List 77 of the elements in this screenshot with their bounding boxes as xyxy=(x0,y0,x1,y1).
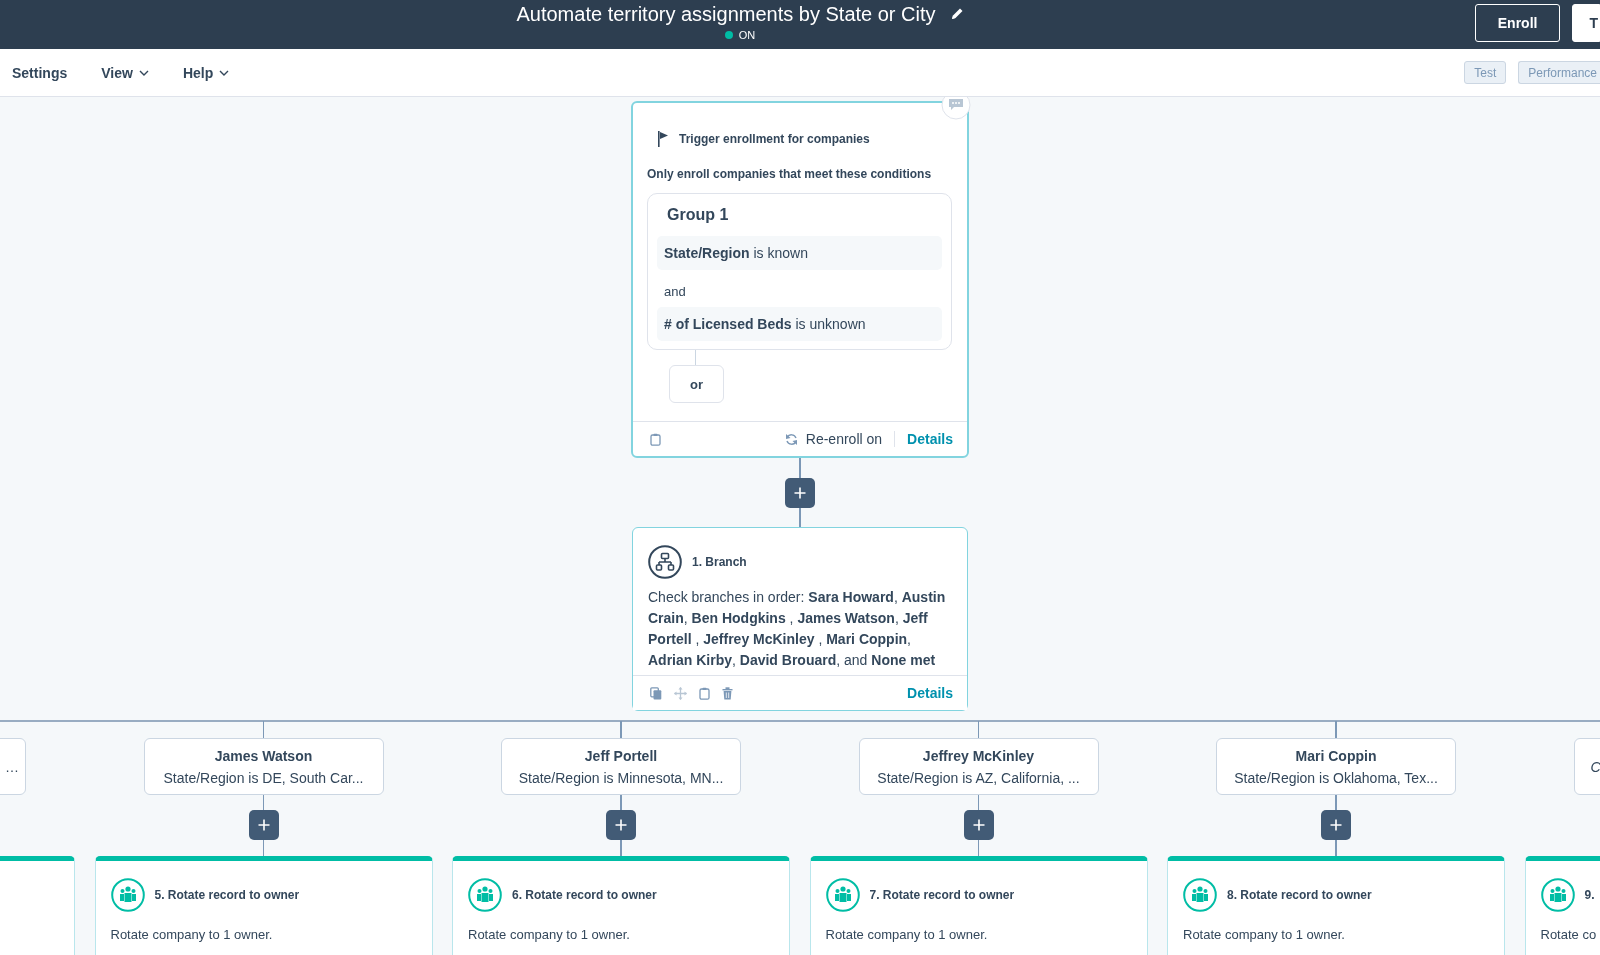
or-button[interactable]: or xyxy=(669,365,724,403)
condition-row[interactable]: # of Licensed Beds is unknown xyxy=(657,307,942,341)
workflow-title: Automate territory assignments by State or City xyxy=(516,2,936,26)
action-card[interactable]: 5. Rotate record to owner Rotate company to 1 owner. xyxy=(94,856,433,955)
enroll-button[interactable]: Enroll xyxy=(1474,4,1561,42)
action-text: Rotate co xyxy=(1540,927,1598,942)
branch-node[interactable]: Jeff Portell State/Region is Minnesota, MN... xyxy=(501,738,741,795)
action-title: 5. Rotate record to owner xyxy=(154,888,300,902)
menu-button[interactable]: View xyxy=(101,64,149,81)
branch-node[interactable]: C xyxy=(1573,738,1600,795)
trigger-subtitle: Only enroll companies that meet these conditions xyxy=(647,167,933,181)
action-title: 6. Rotate record to owner xyxy=(512,888,657,902)
action-card[interactable]: 7. Rotate record to owner Rotate company to 1 owner. xyxy=(809,856,1148,955)
action-text: Rotate company to 1 owner. xyxy=(825,927,989,942)
copy-icon[interactable] xyxy=(650,686,662,700)
pencil-icon[interactable] xyxy=(949,7,964,21)
people-icon xyxy=(110,878,145,912)
action-text: Rotate company to 1 owner. xyxy=(468,927,631,942)
plus-icon xyxy=(972,819,985,831)
people-icon xyxy=(1183,878,1217,912)
branch-description: Check branches in order: Sara Howard, Austin Crain, Ben Hodgkins , James Watson, Jeff Portell , Jeffrey McKinley , Mari Coppin, Adrian Kirby, David Brouard, and None met xyxy=(648,588,947,670)
menu-button[interactable]: Settings xyxy=(12,64,68,81)
details-link[interactable]: Details xyxy=(907,685,953,701)
add-step-button[interactable] xyxy=(606,810,636,840)
people-icon xyxy=(468,878,502,912)
flag-icon xyxy=(657,131,669,147)
branch-condition: State/Region is AZ, California, ... xyxy=(877,769,1080,786)
people-icon xyxy=(825,878,860,912)
branch-node[interactable]: … xyxy=(0,738,26,795)
plus-icon xyxy=(794,487,806,499)
action-card[interactable]: 9. Rotate co xyxy=(1524,856,1600,955)
branch-condition: State/Region is Minnesota, MN... xyxy=(518,769,724,786)
condition-row[interactable]: State/Region is known xyxy=(657,236,942,270)
action-title: 9. xyxy=(1584,888,1595,902)
reenroll-label: Re-enroll on xyxy=(805,431,883,447)
plus-icon xyxy=(615,819,627,831)
header-button[interactable]: T xyxy=(1572,4,1600,42)
action-text: Rotate company to 1 owner. xyxy=(1183,927,1346,942)
branch-node[interactable]: Jeffrey McKinley State/Region is AZ, California, ... xyxy=(858,738,1099,795)
chevron-down-icon xyxy=(138,69,149,76)
branch-icon xyxy=(648,545,682,579)
comment-icon[interactable] xyxy=(941,97,971,120)
group-title: Group 1 xyxy=(667,206,729,224)
branch-name: Jeff Portell xyxy=(584,747,658,764)
branch-title: 1. Branch xyxy=(692,555,747,569)
trigger-title: Trigger enrollment for companies xyxy=(679,132,870,146)
branch-name: James Watson xyxy=(214,747,313,764)
joiner-label: and xyxy=(664,284,686,299)
add-step-button[interactable] xyxy=(785,478,815,508)
action-title: 8. Rotate record to owner xyxy=(1227,888,1372,902)
menu-button[interactable]: Help xyxy=(182,64,230,81)
action-title: 7. Rotate record to owner xyxy=(869,888,1015,902)
move-icon[interactable] xyxy=(674,686,687,700)
clipboard-icon[interactable] xyxy=(650,432,661,446)
refresh-icon xyxy=(784,432,798,446)
status-label: ON xyxy=(738,29,756,41)
action-card[interactable]: 8. Rotate record to owner Rotate company to 1 owner. xyxy=(1167,856,1505,955)
branch-condition: C xyxy=(1590,758,1600,775)
branch-name: Mari Coppin xyxy=(1295,747,1377,764)
clipboard-icon[interactable] xyxy=(699,686,710,700)
details-link[interactable]: Details xyxy=(907,431,953,447)
plus-icon xyxy=(257,819,270,831)
people-icon xyxy=(1540,878,1575,912)
chevron-down-icon xyxy=(219,69,230,76)
branch-condition: State/Region is DE, South Car... xyxy=(163,769,364,786)
branch-condition: … xyxy=(5,758,19,775)
add-step-button[interactable] xyxy=(963,810,994,840)
trash-icon[interactable] xyxy=(722,686,733,700)
branch-node[interactable]: Mari Coppin State/Region is Oklahoma, Tex... xyxy=(1216,738,1456,795)
action-card[interactable]: 6. Rotate record to owner Rotate company to 1 owner. xyxy=(452,856,790,955)
add-step-button[interactable] xyxy=(248,810,279,840)
branch-condition: State/Region is Oklahoma, Tex... xyxy=(1234,769,1438,786)
branch-node[interactable]: James Watson State/Region is DE, South Car... xyxy=(143,738,384,795)
branch-name: Jeffrey McKinley xyxy=(922,747,1035,764)
add-step-button[interactable] xyxy=(1321,810,1351,840)
plus-icon xyxy=(1330,819,1342,831)
action-text: Rotate company to 1 owner. xyxy=(110,927,274,942)
